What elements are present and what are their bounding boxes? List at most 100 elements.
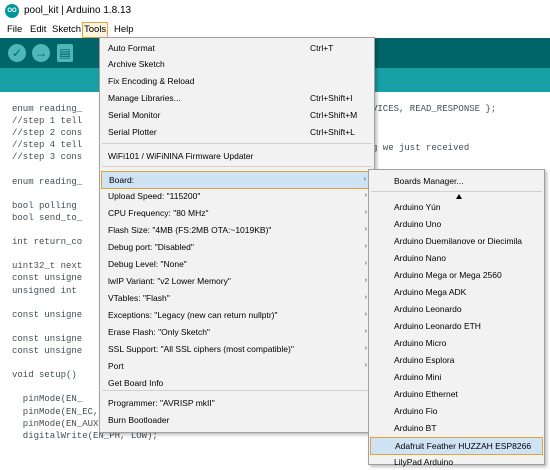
code-line: //step 1 tell [12,116,83,127]
tools-menu-item[interactable]: Port › [101,358,373,374]
menu-item-label: Port [108,361,124,371]
board-item-label: Arduino Mega or Mega 2560 [394,270,502,280]
board-item[interactable]: Arduino Fio [370,403,543,419]
tools-menu-item[interactable]: Serial Plotter Ctrl+Shift+L [101,124,373,140]
tools-menu-item[interactable]: Debug port: "Disabled" › [101,239,373,255]
tools-menu-item[interactable]: lwIP Variant: "v2 Lower Memory" › [101,273,373,289]
menu-item-label: Flash Size: "4MB (FS:2MB OTA:~1019KB)" [108,225,272,235]
tools-menu-item[interactable]: Exceptions: "Legacy (new can return null… [101,307,373,323]
submenu-arrow-icon: › [364,328,367,335]
code-line: uint32_t next [12,261,83,272]
code-line: void setup() [12,370,77,381]
upload-icon[interactable]: → [32,44,50,62]
scroll-up-icon[interactable] [456,194,462,199]
board-item-label: Arduino Esplora [394,355,455,365]
code-line: bool polling [12,200,77,211]
tools-menu-item[interactable]: WiFi101 / WiFiNINA Firmware Updater [101,148,373,164]
board-item-label: Arduino Fio [394,406,438,416]
code-line: const unsigne [12,309,83,320]
board-item[interactable]: Arduino Leonardo [370,301,543,317]
submenu-arrow-icon: › [364,311,367,318]
tools-menu-item[interactable]: Burn Bootloader [101,412,373,428]
board-item-label: Arduino Duemilanove or Diecimila [394,236,523,246]
board-item-label: Arduino BT [394,423,437,433]
menu-item-label: Serial Plotter [108,127,157,137]
submenu-arrow-icon: › [364,260,367,267]
submenu-arrow-icon: › [364,277,367,284]
tools-menu-item[interactable]: Archive Sketch [101,56,373,72]
menu-item-label: Burn Bootloader [108,415,170,425]
menu-separator [102,390,372,391]
submenu-arrow-icon: › [364,345,367,352]
tools-menu-item[interactable]: SSL Support: "All SSL ciphers (most comp… [101,341,373,357]
board-item-label: Arduino Mega ADK [394,287,467,297]
board-item[interactable]: Arduino Esplora [370,352,543,368]
menu-item-label: WiFi101 / WiFiNINA Firmware Updater [108,151,254,161]
menu-edit[interactable]: Edit [29,23,47,36]
menu-item-label: lwIP Variant: "v2 Lower Memory" [108,276,231,286]
tools-menu-item[interactable]: Programmer: "AVRISP mkII" [101,395,373,411]
board-item[interactable]: Arduino BT [370,420,543,436]
board-item[interactable]: Arduino Yún [370,199,543,215]
new-sketch-icon[interactable]: ▤ [57,44,73,62]
tools-menu-item[interactable]: Auto Format Ctrl+T [101,40,373,56]
menu-tools[interactable]: Tools [82,22,109,38]
tools-menu-item[interactable]: CPU Frequency: "80 MHz" › [101,205,373,221]
board-item[interactable]: Arduino Ethernet [370,386,543,402]
tools-menu-item[interactable]: Get Board Info [101,375,373,391]
window-title: pool_kit | Arduino 1.8.13 [24,5,132,16]
board-item[interactable]: Arduino Nano [370,250,543,266]
submenu-arrow-icon: › [363,176,366,183]
code-fragment: VICES, READ_RESPONSE }; [372,104,497,114]
board-item[interactable]: Adafruit Feather HUZZAH ESP8266 [370,437,543,455]
tools-menu-item[interactable]: Board: › [101,171,373,189]
menu-sketch[interactable]: Sketch [51,23,82,36]
menu-item-label: Erase Flash: "Only Sketch" [108,327,210,337]
code-line: const unsigne [12,333,83,344]
board-item[interactable]: Arduino Duemilanove or Diecimila [370,233,543,249]
board-item-label: LilyPad Arduino [394,457,454,467]
board-item[interactable]: Arduino Mega or Mega 2560 [370,267,543,283]
code-line: //step 4 tell [12,140,83,151]
menu-item-label: VTables: "Flash" [108,293,170,303]
board-item[interactable]: Arduino Leonardo ETH [370,318,543,334]
tools-menu-item[interactable]: Fix Encoding & Reload [101,73,373,89]
menu-item-shortcut: Ctrl+T [310,43,334,53]
tools-menu-item[interactable]: Erase Flash: "Only Sketch" › [101,324,373,340]
board-item-label: Boards Manager... [394,176,464,186]
board-item[interactable]: Arduino Micro [370,335,543,351]
menu-item-label: Auto Format [108,43,155,53]
board-item[interactable]: Arduino Uno [370,216,543,232]
tools-menu-item[interactable]: Upload Speed: "115200" › [101,188,373,204]
board-item-label: Arduino Uno [394,219,442,229]
menu-item-label: Programmer: "AVRISP mkII" [108,398,215,408]
submenu-arrow-icon: › [364,226,367,233]
board-item[interactable]: Arduino Mini [370,369,543,385]
code-line: //step 3 cons [12,152,83,163]
arduino-logo-icon: OO [5,4,19,18]
board-item-label: Arduino Micro [394,338,447,348]
code-line: const unsigne [12,273,83,284]
code-fragment: g we just received [372,143,470,153]
menu-file[interactable]: File [6,23,23,36]
tools-menu-item[interactable]: VTables: "Flash" › [101,290,373,306]
tools-menu-item[interactable]: Serial Monitor Ctrl+Shift+M [101,107,373,123]
board-item[interactable]: Arduino Mega ADK [370,284,543,300]
menu-item-label: Archive Sketch [108,59,165,69]
verify-icon[interactable]: ✓ [8,44,26,62]
tools-menu-item[interactable]: Debug Level: "None" › [101,256,373,272]
menu-item-label: Debug port: "Disabled" [108,242,194,252]
code-line: bool send_to_ [12,212,83,223]
menu-help[interactable]: Help [113,23,135,36]
menu-separator [102,166,372,167]
menu-item-label: SSL Support: "All SSL ciphers (most comp… [108,344,294,354]
tools-menu-item[interactable]: Flash Size: "4MB (FS:2MB OTA:~1019KB)" › [101,222,373,238]
menu-item-label: Board: [109,175,135,185]
code-line: //step 2 cons [12,128,83,139]
menu-item-label: Manage Libraries... [108,93,181,103]
boards-manager-item[interactable]: Boards Manager... [370,173,543,189]
board-submenu: Boards Manager... Arduino Yún Arduino Uno A… [368,169,545,467]
code-line: const unsigne [12,346,83,356]
tools-menu-item[interactable]: Manage Libraries... Ctrl+Shift+I [101,90,373,106]
board-item[interactable]: LilyPad Arduino [370,454,543,470]
